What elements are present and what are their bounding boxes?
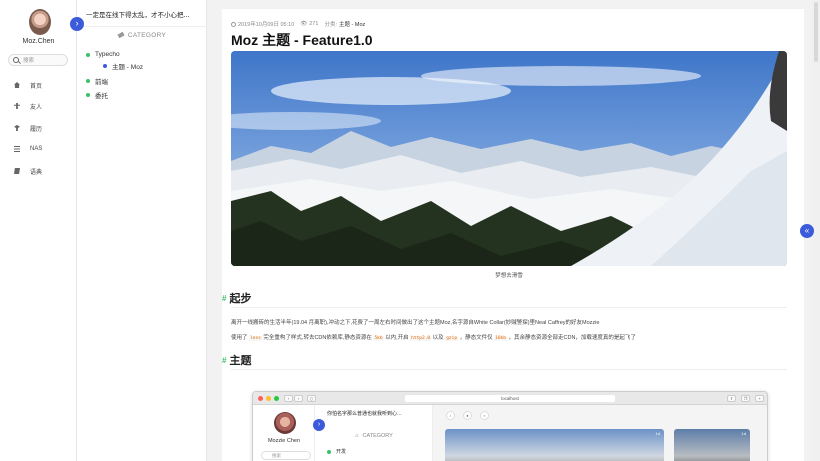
divider xyxy=(231,307,787,308)
paragraph: 离开一线搬砖的生活半年(19.04 月离职),冲动之下,花费了一周左右时间做出了… xyxy=(231,320,600,326)
hash-icon: # xyxy=(222,355,227,365)
add-tab-icon: + xyxy=(755,395,764,402)
history-icon xyxy=(14,125,20,131)
site-tagline: 一定是在线下得太乱，才不小心把... xyxy=(86,11,190,19)
tabs-icon: ❐ xyxy=(741,395,750,402)
category-item-commission[interactable]: 委托 xyxy=(86,90,108,100)
divider xyxy=(77,26,207,27)
category-item-typecho[interactable]: Typecho xyxy=(86,51,120,58)
category-label: 委托 xyxy=(95,93,108,100)
tag-icon: ⌂ xyxy=(355,433,359,439)
post-meta: 2019年10月09日 05:10 👁 271 分类: 主题 - Moz xyxy=(231,20,365,28)
back-icon: ‹ xyxy=(284,395,293,402)
url-bar: localhost xyxy=(405,395,615,402)
dot-icon xyxy=(327,449,331,454)
mountain-landscape-image xyxy=(231,51,787,266)
post-views: 271 xyxy=(309,21,319,27)
category-label: 前端 xyxy=(95,79,108,86)
preview-card-badge: 1d xyxy=(741,431,746,436)
inline-code: 10kb xyxy=(494,336,507,341)
maximize-dot-icon xyxy=(274,396,279,401)
search-input[interactable]: 搜索 xyxy=(8,54,68,66)
nav-item-history[interactable]: 履历 xyxy=(14,123,42,133)
close-dot-icon xyxy=(258,396,263,401)
share-icon: ⇪ xyxy=(727,395,736,402)
eye-icon: 👁 xyxy=(300,21,308,27)
search-placeholder: 搜索 xyxy=(23,58,35,64)
section-heading-start: # 起步 xyxy=(222,293,252,305)
preview-left-nav: Mozzie Chen 搜索 xyxy=(253,405,315,461)
nav-item-nas[interactable]: NAS xyxy=(14,144,42,154)
browser-titlebar: ‹ › ▯ localhost ⇪ ❐ + xyxy=(253,392,767,405)
category-panel: 一定是在线下得太乱，才不小心把... CATEGORY Typecho 主题 -… xyxy=(77,0,207,461)
forward-icon: › xyxy=(294,395,303,402)
category-heading: CATEGORY xyxy=(77,31,207,39)
preview-search: 搜索 xyxy=(261,451,311,460)
preview-category-item: 开发 xyxy=(327,448,346,455)
nav-item-label: NAS xyxy=(30,146,43,152)
inline-code: gzip xyxy=(445,336,459,341)
avatar[interactable] xyxy=(29,9,51,35)
search-icon xyxy=(13,57,19,63)
section-heading-theme: # 主题 xyxy=(222,355,252,367)
list-icon xyxy=(14,146,20,152)
image-caption: 梦想去滑雪 xyxy=(495,273,523,279)
preview-tagline: 你怕名字那么普通也就我听到心... xyxy=(327,411,402,417)
toc-toggle-button[interactable]: « xyxy=(800,224,814,238)
dot-icon xyxy=(103,64,107,68)
nav-item-home[interactable]: 首页 xyxy=(14,80,42,90)
paragraph: 使用了 less 完全重构了样式,转去CDN依赖库,静态资源在 5kb 以内,开… xyxy=(231,335,636,341)
theme-preview-screenshot: ‹ › ▯ localhost ⇪ ❐ + Mozzie Chen 搜索 › 你… xyxy=(252,391,768,461)
category-label: 主题 - Moz xyxy=(112,64,144,71)
rss-icon: ≈ xyxy=(480,411,489,420)
dot-icon xyxy=(86,52,90,57)
preview-card-badge: 1d xyxy=(655,431,660,436)
sidebar-icon: ▯ xyxy=(307,395,316,402)
nav-item-label: 语典 xyxy=(30,169,43,176)
left-nav: Moz.Chen 搜索 首页 友人 履历 NAS 语典 xyxy=(0,0,77,461)
minimize-dot-icon xyxy=(266,396,271,401)
dot-icon xyxy=(86,93,90,97)
friends-icon xyxy=(14,103,20,109)
info-icon: i xyxy=(446,411,455,420)
inline-code: 5kb xyxy=(373,336,384,341)
username: Moz.Chen xyxy=(22,38,55,45)
nav-item-label: 首页 xyxy=(30,83,43,90)
preview-category-heading: ⌂ CATEGORY xyxy=(355,433,393,439)
home-icon xyxy=(14,82,20,88)
category-item-frontend[interactable]: 前端 xyxy=(86,76,108,86)
sidebar-toggle-button[interactable]: › xyxy=(70,17,84,31)
nav-item-dictionary[interactable]: 语典 xyxy=(14,166,42,176)
user-icon: ● xyxy=(463,411,472,420)
inline-code: http2.0 xyxy=(410,336,432,341)
nav-item-label: 履历 xyxy=(30,126,43,133)
article: 2019年10月09日 05:10 👁 271 分类: 主题 - Moz Moz… xyxy=(222,9,804,461)
divider xyxy=(231,369,787,370)
preview-card: 1d xyxy=(445,429,664,461)
inline-code: less xyxy=(249,336,262,341)
post-category-link[interactable]: 主题 - Moz xyxy=(339,20,365,28)
hero-image xyxy=(231,51,787,266)
preview-card: 1d xyxy=(674,429,750,461)
clock-icon xyxy=(231,21,236,27)
preview-category-panel: 你怕名字那么普通也就我听到心... ⌂ CATEGORY 开发 xyxy=(315,405,433,461)
hash-icon: # xyxy=(222,293,227,303)
post-category-prefix: 分类: xyxy=(324,22,337,28)
tag-icon xyxy=(117,31,125,39)
scrollbar-thumb[interactable] xyxy=(814,2,818,62)
dot-icon xyxy=(86,79,90,83)
avatar xyxy=(274,412,296,434)
nav-item-friends[interactable]: 友人 xyxy=(14,101,42,111)
book-icon xyxy=(14,168,20,174)
category-item-moz[interactable]: 主题 - Moz xyxy=(103,61,143,71)
post-title: Moz 主题 - Feature1.0 xyxy=(231,32,373,48)
nav-item-label: 友人 xyxy=(30,104,43,111)
preview-username: Mozzie Chen xyxy=(267,438,301,444)
post-date: 2019年10月09日 05:10 xyxy=(238,22,295,28)
category-label: Typecho xyxy=(95,51,120,58)
preview-main: i ● ≈ 1d 1d xyxy=(433,405,767,461)
